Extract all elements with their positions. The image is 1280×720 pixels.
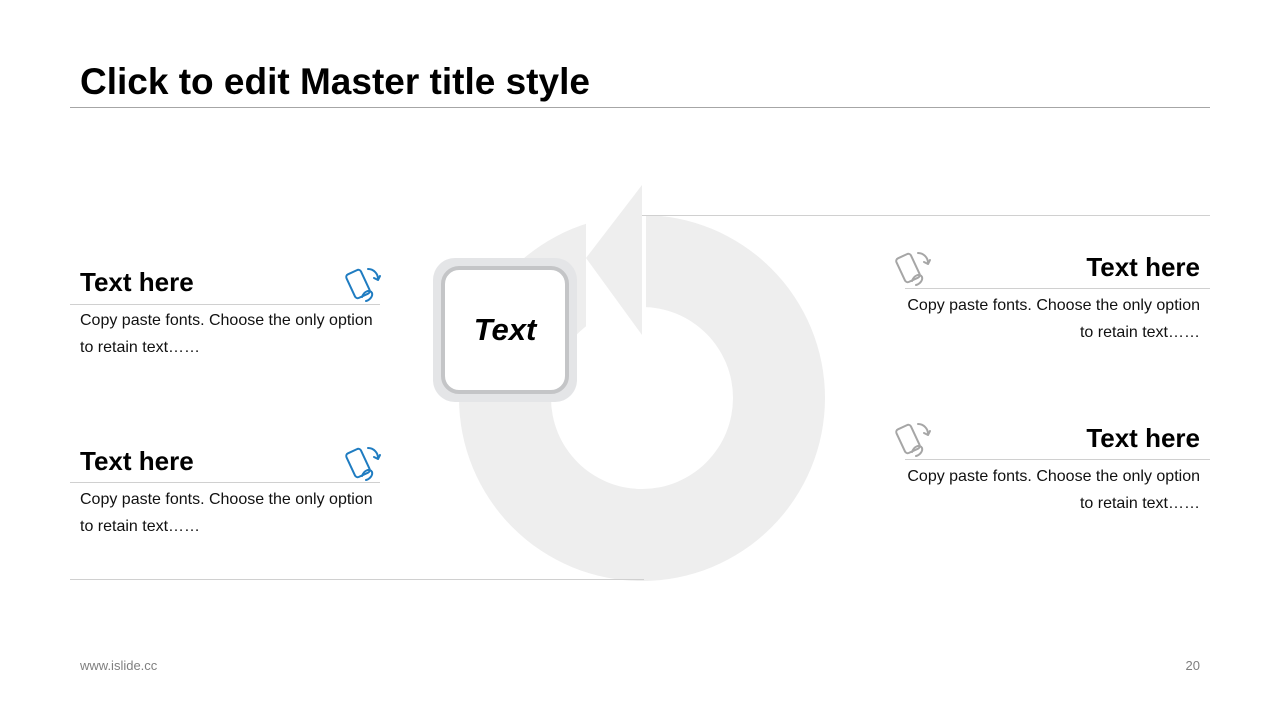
line-left-bottom: [70, 579, 644, 580]
item-title: Text here: [1086, 423, 1200, 453]
item-description: Copy paste fonts. Choose the only option…: [80, 312, 373, 356]
phone-rotate-icon: [345, 268, 381, 302]
phone-rotate-icon: [345, 447, 381, 481]
item-description: Copy paste fonts. Choose the only option…: [80, 491, 373, 535]
item-description: Copy paste fonts. Choose the only option…: [907, 468, 1200, 512]
center-box[interactable]: Text: [433, 258, 577, 402]
item-title: Text here: [80, 446, 194, 476]
item-left-bottom: Text here Copy paste fonts. Choose the o…: [80, 446, 380, 546]
item-right-top: Text here Copy paste fonts. Choose the o…: [900, 252, 1200, 352]
line-right-top: [642, 215, 1210, 216]
item-divider: [70, 482, 380, 483]
item-left-top: Text here Copy paste fonts. Choose the o…: [80, 267, 380, 367]
item-divider: [70, 304, 380, 305]
item-divider: [905, 459, 1210, 460]
phone-rotate-icon: [895, 252, 931, 286]
item-right-bottom: Text here Copy paste fonts. Choose the o…: [900, 423, 1200, 523]
footer-url[interactable]: www.islide.cc: [80, 658, 157, 673]
item-title: Text here: [1086, 252, 1200, 282]
item-divider: [905, 288, 1210, 289]
center-label: Text: [473, 312, 537, 347]
phone-rotate-icon: [895, 423, 931, 457]
center-inner: Text: [441, 266, 569, 394]
page-number: 20: [1185, 658, 1200, 673]
item-title: Text here: [80, 267, 194, 297]
item-description: Copy paste fonts. Choose the only option…: [907, 297, 1200, 341]
